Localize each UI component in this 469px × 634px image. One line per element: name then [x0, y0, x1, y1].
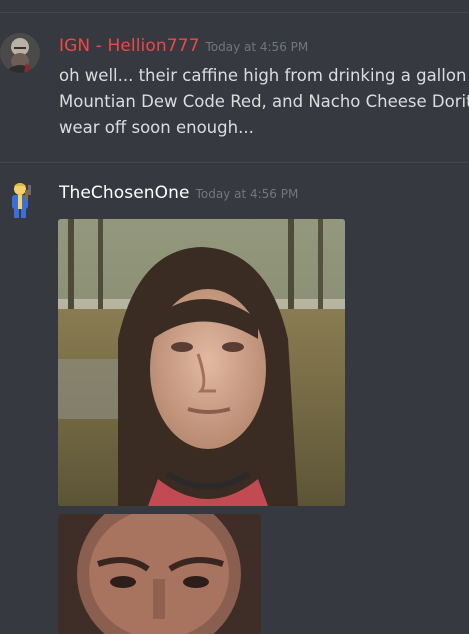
- timestamp: Today at 4:56 PM: [205, 40, 309, 54]
- timestamp: Today at 4:56 PM: [195, 187, 299, 201]
- message-line: Mountian Dew Code Red, and Nacho Cheese …: [59, 92, 469, 111]
- message-line: oh well... their caffine high from drink…: [59, 66, 469, 85]
- vault-boy-avatar-icon[interactable]: [0, 180, 40, 220]
- top-divider: [0, 12, 469, 13]
- message-content: oh well... their caffine high from drink…: [59, 63, 469, 141]
- message-line: wear off soon enough...: [59, 118, 254, 137]
- username[interactable]: IGN - Hellion777: [59, 36, 199, 56]
- message-divider: [0, 162, 469, 163]
- face-closeup-photo-icon[interactable]: [58, 514, 261, 634]
- message-header: TheChosenOne Today at 4:56 PM: [59, 183, 298, 203]
- warrior-avatar-icon[interactable]: [0, 33, 40, 73]
- selfie-photo-icon[interactable]: [58, 219, 345, 506]
- username[interactable]: TheChosenOne: [59, 183, 190, 203]
- message-header: IGN - Hellion777 Today at 4:56 PM: [59, 36, 308, 56]
